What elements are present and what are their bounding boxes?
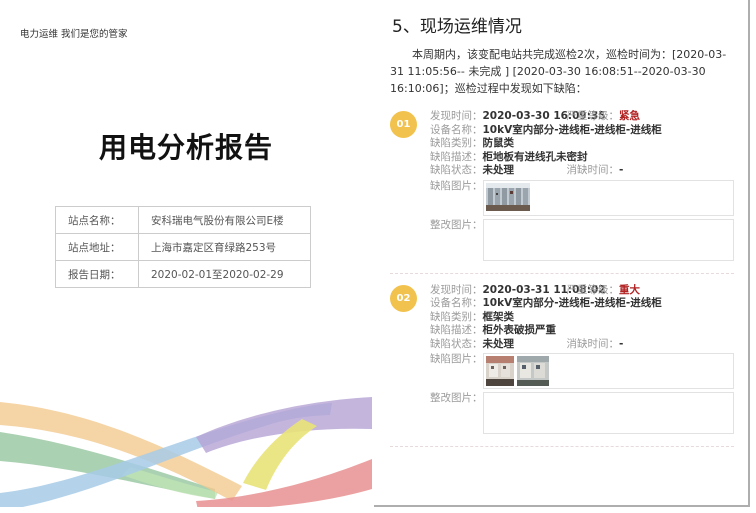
fix-images-box (483, 219, 735, 261)
inspection-summary: 本周期内，该变配电站共完成巡检2次，巡检时间为：[2020-03-31 11:0… (390, 46, 734, 97)
section-title: 5、现场运维情况 (392, 12, 734, 37)
description-value: 柜外表破损严重 (483, 324, 557, 338)
defect-images-box (483, 180, 735, 216)
found-time-row: 发现时间： 2020-03-31 11:08:02 严重等级： 重大 (430, 284, 734, 298)
status-value: 未处理 (483, 164, 567, 178)
severity-label: 严重等级： (567, 110, 620, 124)
site-info-table: 站点名称： 安科瑞电气股份有限公司E楼 站点地址： 上海市嘉定区育绿路253号 … (55, 206, 311, 288)
status-row: 缺陷状态： 未处理 消缺时间： - (430, 338, 734, 352)
fix-images-label: 整改图片： (430, 392, 483, 406)
device-value: 10kV室内部分-进线柜-进线柜-进线柜 (483, 297, 662, 311)
defect-item-2: 02 发现时间： 2020-03-31 11:08:02 严重等级： 重大 设备… (390, 284, 734, 438)
item-divider (390, 273, 734, 274)
description-value: 柜地板有进线孔未密封 (483, 151, 588, 165)
defect-images-label: 缺陷图片： (430, 353, 483, 367)
site-name-value: 安科瑞电气股份有限公司E楼 (139, 207, 311, 234)
category-row: 缺陷类别： 防鼠类 (430, 137, 734, 151)
defect-index-badge: 02 (390, 285, 417, 312)
fix-images-box (483, 392, 735, 434)
fix-images-label: 整改图片： (430, 219, 483, 233)
severity-value: 重大 (619, 284, 640, 298)
table-row: 站点名称： 安科瑞电气股份有限公司E楼 (56, 207, 311, 234)
report-date-label: 报告日期： (56, 261, 139, 288)
defect-images-row: 缺陷图片： (430, 180, 734, 216)
description-row: 缺陷描述： 柜外表破损严重 (430, 324, 734, 338)
fix-images-row: 整改图片： (430, 219, 734, 261)
found-time-value: 2020-03-30 16:09:35 (483, 110, 567, 124)
category-value: 框架类 (483, 311, 515, 325)
found-time-label: 发现时间： (430, 284, 483, 298)
status-label: 缺陷状态： (430, 164, 483, 178)
device-value: 10kV室内部分-进线柜-进线柜-进线柜 (483, 124, 662, 138)
clear-time-label: 消缺时间： (567, 338, 620, 352)
severity-label: 严重等级： (567, 284, 620, 298)
description-row: 缺陷描述： 柜地板有进线孔未密封 (430, 151, 734, 165)
defect-index-badge: 01 (390, 111, 417, 138)
found-time-value: 2020-03-31 11:08:02 (483, 284, 567, 298)
defect-images-box (483, 353, 735, 389)
report-title: 用电分析报告 (0, 126, 372, 166)
category-row: 缺陷类别： 框架类 (430, 311, 734, 325)
category-label: 缺陷类别： (430, 137, 483, 151)
description-label: 缺陷描述： (430, 324, 483, 338)
site-address-label: 站点地址： (56, 234, 139, 261)
table-row: 站点地址： 上海市嘉定区育绿路253号 (56, 234, 311, 261)
defect-images-row: 缺陷图片： (430, 353, 734, 389)
defect-photo-thumbnail[interactable] (486, 183, 530, 211)
clear-time-value: - (619, 164, 623, 178)
status-value: 未处理 (483, 338, 567, 352)
device-row: 设备名称： 10kV室内部分-进线柜-进线柜-进线柜 (430, 124, 734, 138)
clear-time-label: 消缺时间： (567, 164, 620, 178)
item-divider (390, 446, 734, 447)
device-row: 设备名称： 10kV室内部分-进线柜-进线柜-进线柜 (430, 297, 734, 311)
found-time-row: 发现时间： 2020-03-30 16:09:35 严重等级： 紧急 (430, 110, 734, 124)
table-row: 报告日期： 2020-02-01至2020-02-29 (56, 261, 311, 288)
defect-images-label: 缺陷图片： (430, 180, 483, 194)
category-value: 防鼠类 (483, 137, 515, 151)
device-label: 设备名称： (430, 124, 483, 138)
description-label: 缺陷描述： (430, 151, 483, 165)
decorative-waves (0, 389, 372, 507)
site-address-value: 上海市嘉定区育绿路253号 (139, 234, 311, 261)
found-time-label: 发现时间： (430, 110, 483, 124)
category-label: 缺陷类别： (430, 311, 483, 325)
status-row: 缺陷状态： 未处理 消缺时间： - (430, 164, 734, 178)
defect-photo-thumbnail[interactable] (517, 356, 549, 386)
brand-slogan: 电力运维 我们是您的管家 (20, 26, 128, 40)
cover-page: 电力运维 我们是您的管家 用电分析报告 站点名称： 安科瑞电气股份有限公司E楼 … (0, 0, 372, 513)
site-name-label: 站点名称： (56, 207, 139, 234)
report-page: 5、现场运维情况 本周期内，该变配电站共完成巡检2次，巡检时间为：[2020-0… (374, 0, 750, 507)
fix-images-row: 整改图片： (430, 392, 734, 434)
clear-time-value: - (619, 338, 623, 352)
defect-item-1: 01 发现时间： 2020-03-30 16:09:35 严重等级： 紧急 设备… (390, 110, 734, 264)
severity-value: 紧急 (619, 110, 640, 124)
defect-photo-thumbnail[interactable] (486, 356, 514, 386)
device-label: 设备名称： (430, 297, 483, 311)
report-date-value: 2020-02-01至2020-02-29 (139, 261, 311, 288)
status-label: 缺陷状态： (430, 338, 483, 352)
